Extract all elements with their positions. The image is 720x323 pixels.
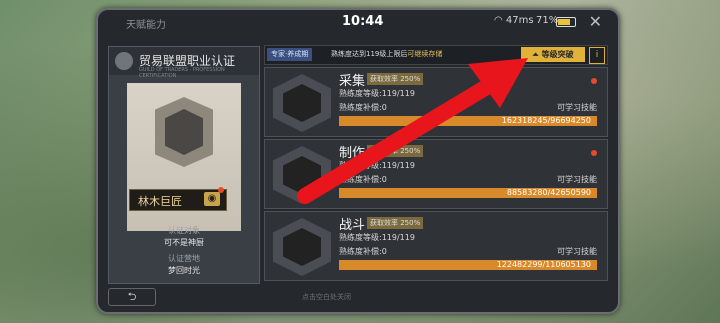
arrow-shaft <box>297 68 513 204</box>
red-arrow-annotation <box>297 58 528 204</box>
